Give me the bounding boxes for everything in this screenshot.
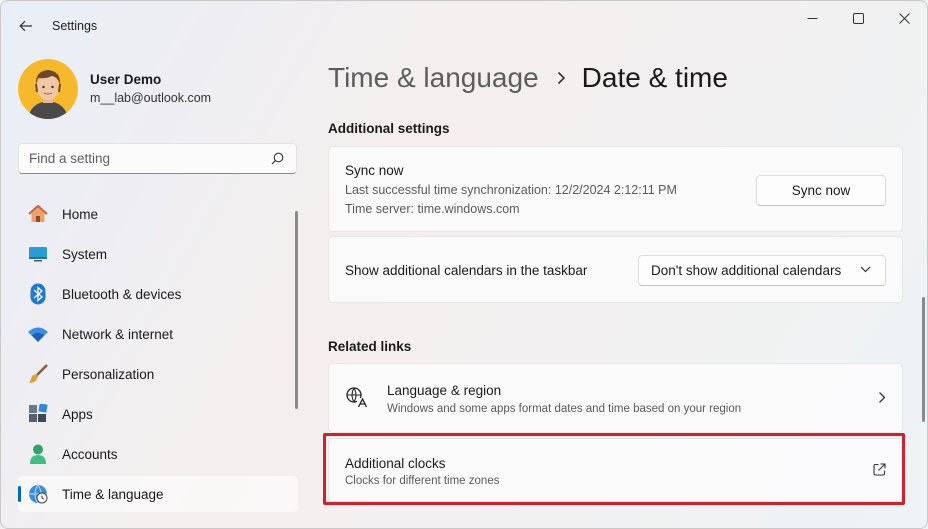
sidebar-item-label: Bluetooth & devices [62, 286, 182, 302]
sidebar-item-label: Home [62, 206, 99, 222]
bluetooth-icon [27, 283, 49, 305]
sidebar-nav: Home System Bluetooth & devices Network … [18, 196, 298, 516]
calendars-selected-value: Don't show additional calendars [651, 263, 842, 278]
back-arrow-icon [19, 20, 32, 32]
settings-window: Settings User Demo m__lab@outlook.com Fi… [0, 0, 928, 529]
brush-icon [27, 363, 49, 385]
apps-icon [27, 403, 49, 425]
avatar [18, 59, 78, 119]
sidebar-item-label: Apps [62, 406, 93, 422]
window-controls [789, 1, 927, 35]
language-region-title: Language & region [387, 383, 502, 398]
minimize-button[interactable] [789, 1, 835, 35]
close-button[interactable] [881, 1, 927, 35]
calendars-label: Show additional calendars in the taskbar [345, 263, 588, 278]
sidebar-item-home[interactable]: Home [18, 196, 298, 232]
sidebar-item-system[interactable]: System [18, 236, 298, 272]
sidebar-item-network[interactable]: Network & internet [18, 316, 298, 352]
sidebar-item-label: Accounts [62, 446, 118, 462]
chevron-down-icon [860, 266, 871, 273]
user-profile[interactable]: User Demo m__lab@outlook.com [18, 59, 211, 119]
sidebar-item-time-language[interactable]: Time & language [18, 476, 298, 512]
related-links-heading: Related links [328, 339, 412, 354]
calendars-dropdown[interactable]: Don't show additional calendars [638, 255, 886, 286]
sidebar-item-label: Time & language [62, 486, 164, 502]
breadcrumb-parent[interactable]: Time & language [328, 62, 539, 94]
sync-card: Sync now Last successful time synchroniz… [328, 146, 903, 232]
maximize-button[interactable] [835, 1, 881, 35]
sidebar-item-personalization[interactable]: Personalization [18, 356, 298, 392]
system-icon [27, 243, 49, 265]
maximize-icon [852, 12, 864, 24]
sidebar-item-bluetooth[interactable]: Bluetooth & devices [18, 276, 298, 312]
user-name: User Demo [90, 72, 162, 87]
search-input[interactable] [19, 151, 259, 166]
additional-clocks-subtitle: Clocks for different time zones [345, 475, 500, 487]
sidebar-item-label: Personalization [62, 366, 155, 382]
calendars-card: Show additional calendars in the taskbar… [328, 236, 903, 303]
sidebar-item-label: Network & internet [62, 326, 174, 342]
main-scrollbar[interactable] [922, 297, 925, 422]
sync-title: Sync now [345, 163, 404, 178]
time-server-text: Time server: time.windows.com [345, 202, 520, 216]
additional-clocks-title: Additional clocks [345, 456, 446, 471]
sidebar-item-accounts[interactable]: Accounts [18, 436, 298, 472]
home-icon [27, 203, 49, 225]
search-box[interactable] [18, 143, 297, 174]
sidebar-scrollbar[interactable] [295, 211, 298, 409]
language-region-link[interactable]: Language & region Windows and some apps … [328, 363, 903, 433]
sidebar-item-label: System [62, 246, 108, 262]
user-email: m__lab@outlook.com [90, 91, 212, 105]
accounts-icon [27, 443, 49, 465]
search-icon[interactable] [271, 152, 284, 165]
user-avatar-icon [18, 59, 78, 119]
page-title: Date & time [581, 62, 728, 93]
language-icon [346, 387, 368, 409]
back-button[interactable] [13, 13, 39, 39]
wifi-icon [27, 323, 49, 345]
external-link-icon [873, 463, 886, 476]
app-title: Settings [52, 19, 98, 33]
sync-now-button[interactable]: Sync now [756, 175, 886, 206]
chevron-right-icon [557, 71, 566, 85]
title-bar: Settings [1, 1, 927, 49]
minimize-icon [807, 17, 817, 19]
breadcrumb: Time & language Date & time [328, 59, 728, 97]
globe-clock-icon [27, 483, 49, 505]
additional-clocks-link[interactable]: Additional clocks Clocks for different t… [328, 438, 903, 502]
close-icon [898, 12, 910, 24]
language-region-subtitle: Windows and some apps format dates and t… [387, 403, 742, 415]
chevron-right-icon [879, 392, 886, 403]
last-sync-text: Last successful time synchronization: 12… [345, 183, 677, 197]
additional-settings-heading: Additional settings [328, 121, 450, 136]
sidebar-item-apps[interactable]: Apps [18, 396, 298, 432]
